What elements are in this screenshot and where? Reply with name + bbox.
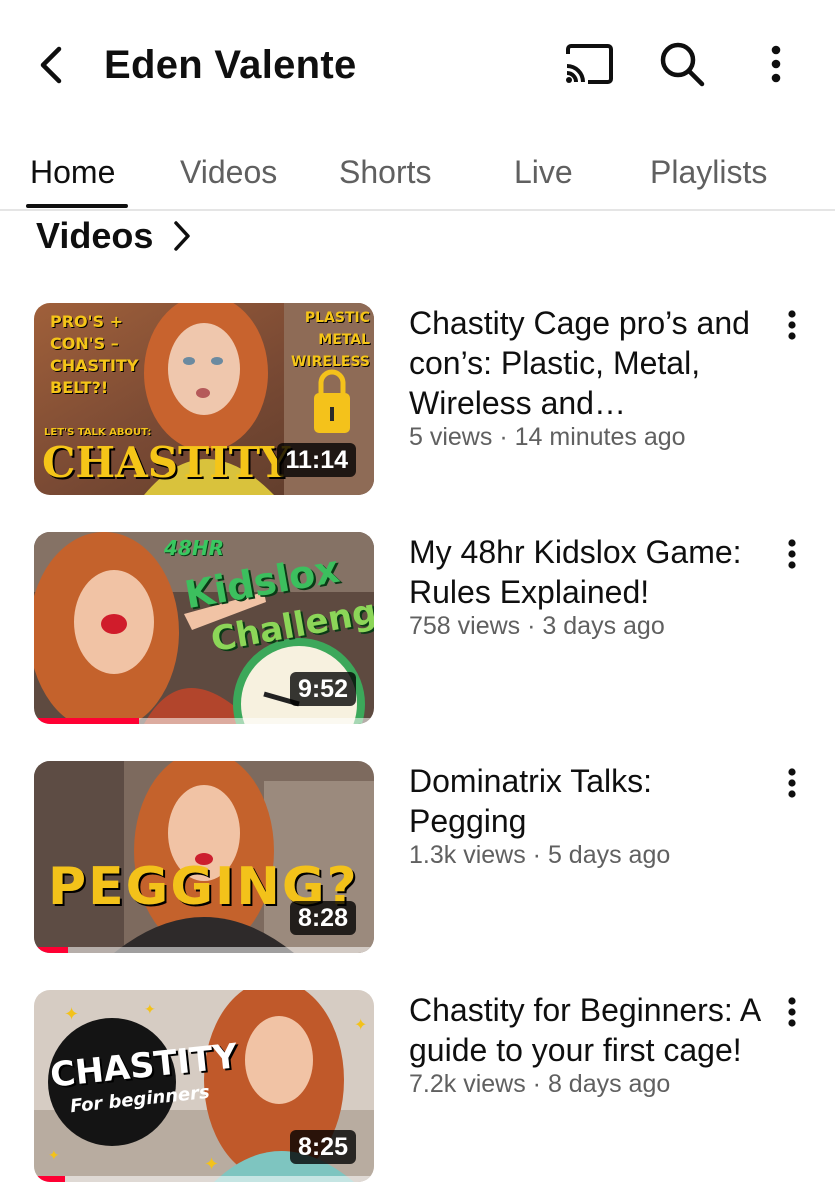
upload-age: 8 days ago [547,1070,671,1098]
video-more-button[interactable] [772,532,812,576]
view-count: 758 views [409,612,521,640]
video-title[interactable]: Dominatrix Talks: Pegging [409,761,769,841]
channel-tabs: Home Videos Shorts Live Playlists [0,130,835,211]
video-item[interactable]: PRO'S + CON'S – CHASTITY BELT?! LET'S TA… [0,303,835,499]
search-icon [660,42,705,87]
video-more-button[interactable] [772,761,812,805]
more-options-button[interactable] [748,36,804,92]
thumb-text-line: METAL [318,332,370,348]
video-more-button[interactable] [772,990,812,1034]
thumb-text-left: PRO'S + CON'S – CHASTITY BELT?! [50,311,138,399]
video-item[interactable]: PEGGING? 8:28 Dominatrix Talks: Pegging … [0,761,835,957]
svg-text:✦: ✦ [144,1001,156,1017]
more-vertical-icon [788,768,796,798]
back-arrow-icon [40,46,62,84]
cast-icon [566,44,613,84]
video-stats: 758 views · 3 days ago [409,612,769,640]
thumb-text-small: LET'S TALK ABOUT: [44,427,152,438]
separator: · [532,841,541,869]
video-meta: Chastity Cage pro’s and con’s: Plastic, … [409,303,769,451]
thumb-text-right: PLASTIC METAL WIRELESS [278,307,370,373]
video-title[interactable]: My 48hr Kidslox Game: Rules Explained! [409,532,769,612]
videos-section-header[interactable]: Videos [36,212,193,260]
video-thumbnail[interactable]: PRO'S + CON'S – CHASTITY BELT?! LET'S TA… [34,303,374,495]
video-title[interactable]: Chastity for Beginners: A guide to your … [409,990,769,1070]
video-duration: 11:14 [277,443,356,477]
back-button[interactable] [28,40,72,90]
video-stats: 5 views · 14 minutes ago [409,423,769,451]
watch-progress-fill [34,718,140,724]
view-count: 7.2k views [409,1070,526,1098]
more-vertical-icon [788,310,796,340]
upload-age: 14 minutes ago [514,423,686,451]
upload-age: 3 days ago [542,612,665,640]
video-item[interactable]: ✦ ✦ ✦ ✦ ✦ CHASTITY For beginners 8:25 Ch… [0,990,835,1186]
svg-text:✦: ✦ [204,1154,219,1174]
video-thumbnail[interactable]: PEGGING? 8:28 [34,761,374,953]
video-stats: 1.3k views · 5 days ago [409,841,769,869]
channel-page: Eden Valente Home Videos Shorts Live Pla… [0,0,835,1200]
watch-progress [34,947,374,953]
video-title[interactable]: Chastity Cage pro’s and con’s: Plastic, … [409,303,769,423]
more-vertical-icon [788,539,796,569]
view-count: 5 views [409,423,493,451]
thumb-text-line: CHASTITY [50,356,139,375]
tab-videos[interactable]: Videos [180,142,277,202]
thumb-text-line: PRO'S + [50,312,124,331]
upload-age: 5 days ago [547,841,671,869]
thumb-text-big: CHASTITY [42,438,291,487]
video-more-button[interactable] [772,303,812,347]
video-duration: 8:25 [289,1130,356,1164]
tab-shorts[interactable]: Shorts [339,142,431,202]
video-stats: 7.2k views · 8 days ago [409,1070,769,1098]
watch-progress-fill [34,947,68,953]
thumb-text-line: CON'S – [50,334,119,353]
svg-text:✦: ✦ [354,1017,367,1034]
watch-progress [34,718,374,724]
thumb-text-line: PLASTIC [304,310,370,326]
video-item[interactable]: 48HR Kidslox Challenge 9:52 My 48hr Kids… [0,532,835,728]
chevron-right-icon [171,219,193,253]
separator: · [527,612,536,640]
video-meta: My 48hr Kidslox Game: Rules Explained! 7… [409,532,769,640]
more-vertical-icon [788,997,796,1027]
search-button[interactable] [654,36,710,92]
watch-progress-fill [34,1176,65,1182]
tab-live[interactable]: Live [514,142,573,202]
video-duration: 9:52 [289,672,356,706]
watch-progress [34,1176,374,1182]
more-vertical-icon [771,45,781,83]
separator: · [499,423,508,451]
cast-button[interactable] [560,36,616,92]
video-duration: 8:28 [289,901,356,935]
svg-text:✦: ✦ [64,1004,79,1024]
thumb-text-line: BELT?! [50,378,109,397]
svg-text:✦: ✦ [48,1147,60,1163]
video-thumbnail[interactable]: ✦ ✦ ✦ ✦ ✦ CHASTITY For beginners 8:25 [34,990,374,1182]
video-meta: Chastity for Beginners: A guide to your … [409,990,769,1098]
view-count: 1.3k views [409,841,526,869]
thumb-text-line: WIRELESS [290,354,370,370]
separator: · [532,1070,541,1098]
video-meta: Dominatrix Talks: Pegging 1.3k views · 5… [409,761,769,869]
active-tab-indicator [26,204,128,208]
video-thumbnail[interactable]: 48HR Kidslox Challenge 9:52 [34,532,374,724]
section-title: Videos [36,215,154,256]
thumb-text-top: 48HR [164,536,224,560]
top-app-bar: Eden Valente [0,0,835,130]
tab-home[interactable]: Home [30,142,115,202]
tab-playlists[interactable]: Playlists [650,142,767,202]
channel-title: Eden Valente [104,43,357,87]
